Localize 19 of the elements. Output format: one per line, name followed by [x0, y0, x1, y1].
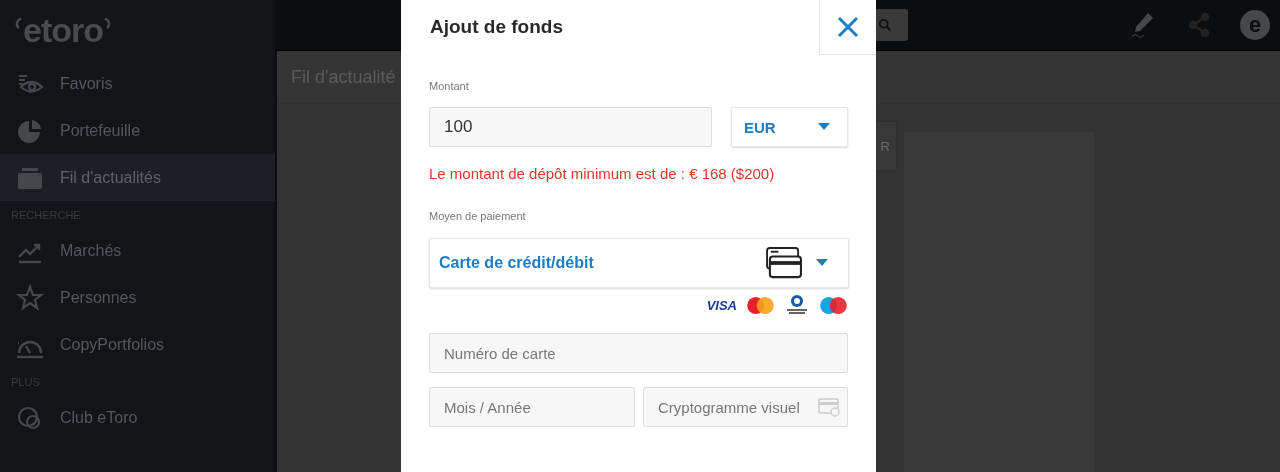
- amount-field[interactable]: 100: [429, 107, 712, 147]
- sidebar-item[interactable]: Marchés: [0, 227, 275, 274]
- currency-dropdown[interactable]: EUR: [731, 107, 848, 147]
- error-message: Le montant de dépôt minimum est de : € 168 ($200): [429, 165, 776, 182]
- sidebar-item[interactable]: Fil d'actualités: [0, 154, 275, 201]
- payment-method-dropdown[interactable]: Carte de crédit/débit: [429, 238, 849, 288]
- sidebar-item[interactable]: Club eToro: [0, 394, 275, 441]
- dialog-title: Ajout de fonds: [430, 16, 563, 38]
- field-label: Moyen de paiement: [429, 210, 527, 222]
- avatar-logo[interactable]: e: [1240, 10, 1270, 41]
- sidebar-item[interactable]: Personnes: [0, 274, 275, 321]
- sidebar-item[interactable]: CopyPortfolios: [0, 321, 275, 368]
- field-label: Montant: [429, 80, 470, 92]
- expiry-field[interactable]: Mois / Année: [429, 387, 635, 427]
- cvv-field[interactable]: Cryptogramme visuel: [643, 387, 848, 427]
- visa-logo: VISA: [706, 297, 737, 313]
- card-number-field[interactable]: Numéro de carte: [429, 333, 848, 373]
- sidebar-item[interactable]: Portefeuille: [0, 107, 275, 154]
- sidebar-item[interactable]: Favoris: [0, 60, 275, 107]
